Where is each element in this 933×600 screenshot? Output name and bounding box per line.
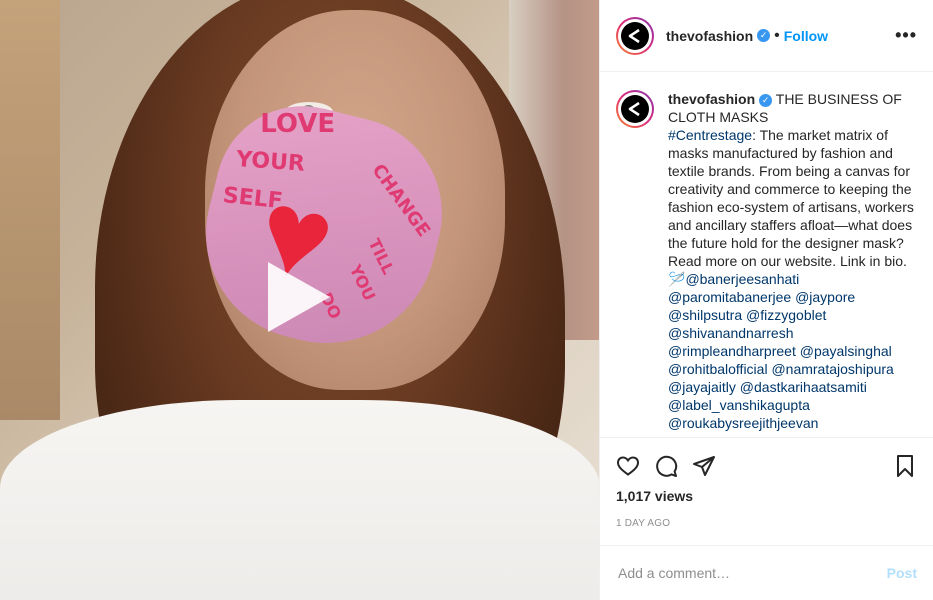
post-comment-button[interactable]: Post — [887, 565, 917, 581]
mention-link[interactable]: @jaypore — [795, 289, 855, 305]
mask-text: TILL — [364, 235, 398, 278]
mention-link[interactable]: @roukabysreejithjeevan — [668, 415, 818, 431]
save-button[interactable] — [893, 454, 917, 478]
verified-badge-icon: ✓ — [759, 93, 773, 107]
caption-text: thevofashion ✓ THE BUSINESS OF CLOTH MASK… — [668, 90, 917, 432]
logo-icon — [628, 101, 640, 117]
more-options-icon[interactable]: ••• — [895, 25, 917, 46]
separator-dot: • — [774, 26, 780, 44]
post-actions: 1,017 views 1 DAY AGO — [600, 437, 933, 545]
mention-link[interactable]: @shivanandnarresh — [668, 325, 794, 341]
logo-icon — [628, 28, 640, 43]
mention-link[interactable]: @namratajoshipura — [771, 361, 893, 377]
mention-link[interactable]: @jayajaitly — [668, 379, 736, 395]
comment-input[interactable] — [616, 564, 887, 582]
background-wall — [0, 0, 60, 420]
action-icons — [616, 446, 917, 486]
post-video[interactable]: LOVE YOUR SELF ♥ CHANGE TILL YOU DO — [0, 0, 599, 600]
mask-text: LOVE — [260, 108, 336, 139]
post-header: thevofashion ✓ • Follow ••• — [600, 0, 933, 72]
heart-icon — [616, 456, 640, 476]
mention-link[interactable]: @shilpsutra — [668, 307, 742, 323]
verified-badge-icon: ✓ — [757, 29, 771, 42]
hashtag-link[interactable]: #Centrestage — [668, 127, 752, 143]
header-username[interactable]: thevofashion — [666, 28, 753, 44]
caption-body: : The market matrix of masks manufacture… — [668, 127, 918, 269]
caption-username[interactable]: thevofashion — [668, 91, 755, 107]
paper-plane-icon — [693, 456, 715, 476]
post-date[interactable]: 1 DAY AGO — [616, 518, 917, 529]
like-button[interactable] — [616, 454, 640, 478]
share-button[interactable] — [692, 454, 716, 478]
mention-link[interactable]: @banerjeesanhati — [685, 271, 799, 287]
mention-link[interactable]: @label_vanshikagupta — [668, 397, 810, 413]
caption-area[interactable]: thevofashion ✓ THE BUSINESS OF CLOTH MASK… — [600, 72, 933, 437]
post-panel: thevofashion ✓ • Follow ••• thevofashion… — [599, 0, 933, 600]
mention-link[interactable]: @paromitabanerjee — [668, 289, 791, 305]
follow-button[interactable]: Follow — [784, 28, 828, 44]
view-count[interactable]: 1,017 views — [616, 488, 917, 504]
comment-box: Post — [600, 545, 933, 600]
mention-link[interactable]: @payalsinghal — [800, 343, 892, 359]
mention-link[interactable]: @rohitbalofficial — [668, 361, 768, 377]
needle-emoji: 🪡 — [668, 271, 686, 287]
comment-icon — [656, 455, 678, 477]
bookmark-icon — [897, 455, 913, 477]
caption: thevofashion ✓ THE BUSINESS OF CLOTH MASK… — [616, 90, 917, 432]
avatar[interactable] — [616, 16, 654, 55]
mask-text: YOU — [345, 261, 380, 304]
mention-link[interactable]: @dastkarihaatsamiti — [740, 379, 867, 395]
play-icon[interactable] — [268, 262, 330, 332]
mask-text: CHANGE — [367, 160, 435, 241]
mention-link[interactable]: @fizzygoblet — [746, 307, 826, 323]
comment-button[interactable] — [654, 454, 678, 478]
caption-avatar[interactable] — [616, 90, 654, 128]
shirt — [0, 400, 599, 600]
mention-link[interactable]: @rimpleandharpreet — [668, 343, 796, 359]
